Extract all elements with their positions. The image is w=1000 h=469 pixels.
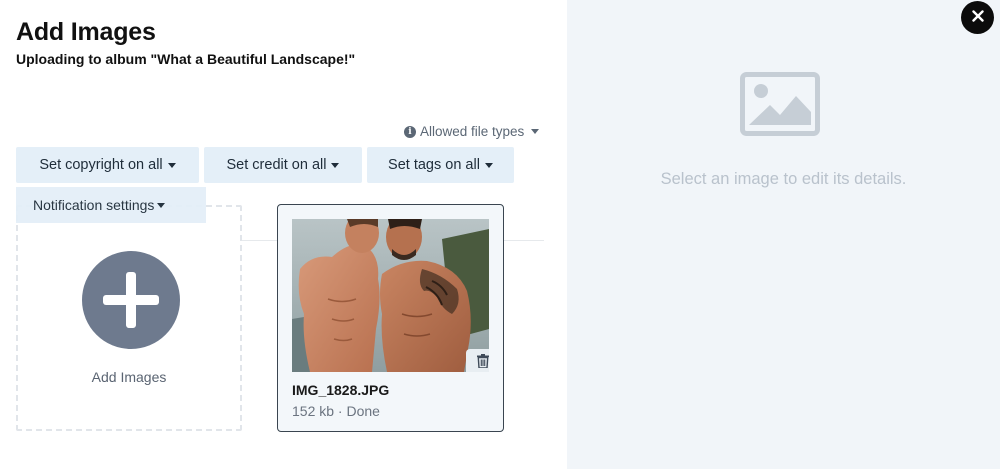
page-title: Add Images [16,18,156,46]
set-credit-button[interactable]: Set credit on all [204,147,362,183]
close-button[interactable] [961,1,994,34]
image-thumbnail [292,219,489,372]
plus-circle-icon [82,251,180,349]
add-images-label: Add Images [91,369,167,385]
delete-image-button[interactable] [466,349,489,372]
info-icon: i [404,125,416,138]
caret-down-icon [484,162,493,168]
upload-pane: Add Images Uploading to album "What a Be… [0,0,567,469]
file-status: 152 kb · Done [292,403,380,419]
set-copyright-label: Set copyright on all [39,157,163,173]
caret-down-icon [331,162,340,168]
file-name: IMG_1828.JPG [292,382,390,398]
set-tags-button[interactable]: Set tags on all [367,147,514,183]
add-images-dropzone[interactable]: Add Images [16,205,242,431]
close-icon [971,9,984,27]
allowed-file-types-toggle[interactable]: i Allowed file types [404,124,540,139]
caret-down-icon [157,202,166,208]
image-placeholder-icon [740,72,820,141]
allowed-file-types-label: Allowed file types [420,124,525,139]
notification-settings-label: Notification settings [33,197,155,213]
set-copyright-button[interactable]: Set copyright on all [16,147,199,183]
upload-card[interactable]: IMG_1828.JPG 152 kb · Done [277,204,504,432]
caret-down-icon [167,162,176,168]
notification-settings-button[interactable]: Notification settings [16,187,206,223]
album-subtitle: Uploading to album "What a Beautiful Lan… [16,51,356,67]
set-tags-label: Set tags on all [388,157,480,173]
empty-details-text: Select an image to edit its details. [660,170,907,188]
details-panel: Select an image to edit its details. [567,0,1000,469]
trash-icon [477,353,489,373]
caret-down-icon [531,129,540,134]
set-credit-label: Set credit on all [226,157,327,173]
